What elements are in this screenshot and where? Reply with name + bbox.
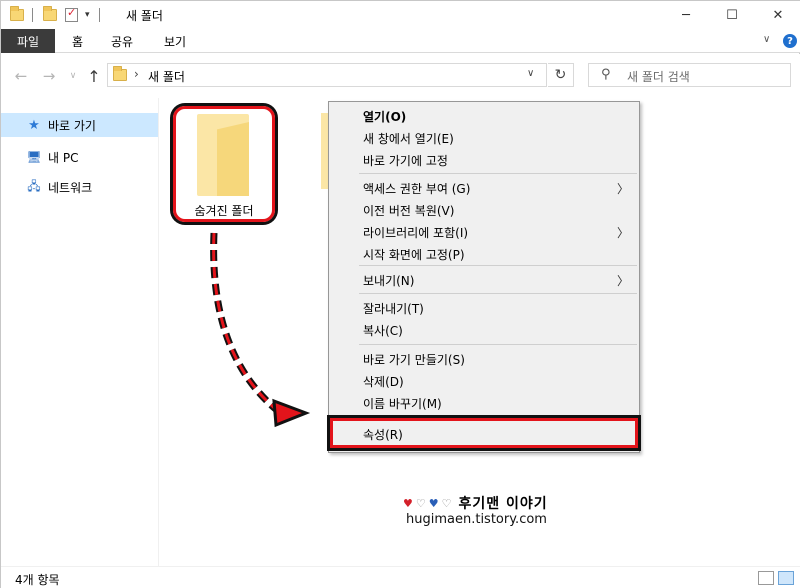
forward-button[interactable]: → (39, 66, 59, 86)
tab-view[interactable]: 보기 (164, 29, 186, 53)
sidebar-item-network[interactable]: 🖧 네트워크 (1, 175, 158, 199)
submenu-chevron-icon: 〉 (616, 226, 629, 240)
annotation-arrow (210, 232, 311, 428)
heart-icon: ♥ (428, 496, 440, 510)
menu-item-label: 바로 가기 만들기(S) (363, 353, 465, 367)
menu-item-cut[interactable]: 잘라내기(T) (329, 298, 639, 320)
annotation-highlight-folder (173, 106, 275, 222)
star-icon: ★ (28, 117, 40, 133)
window-title: 새 폴더 (126, 9, 163, 23)
help-icon[interactable]: ? (783, 34, 797, 48)
menu-separator (359, 344, 637, 345)
back-button[interactable]: ← (11, 66, 31, 86)
network-icon: 🖧 (27, 178, 41, 193)
menu-separator (359, 173, 637, 174)
menu-item-label: 복사(C) (363, 324, 403, 338)
navigation-pane: ★ 바로 가기 🖥 내 PC 🖧 네트워크 (1, 98, 158, 566)
minimize-button[interactable]: ─ (663, 1, 709, 29)
menu-item-label: 삭제(D) (363, 375, 404, 389)
title-bar: ▾ 새 폴더 ─ ☐ ✕ (1, 1, 800, 29)
heart-outline-icon: ♡ (415, 496, 427, 510)
menu-item-restore-versions[interactable]: 이전 버전 복원(V) (329, 200, 639, 222)
sidebar-item-this-pc[interactable]: 🖥 내 PC (1, 145, 158, 169)
search-placeholder: 새 폴더 검색 (627, 70, 690, 84)
new-folder-icon[interactable] (43, 6, 57, 23)
sidebar-item-quick-access[interactable]: ★ 바로 가기 (1, 113, 158, 137)
heart-icon: ♥ (403, 496, 414, 510)
status-bar: 4개 항목 (1, 566, 800, 588)
menu-item-open[interactable]: 열기(O) (329, 106, 639, 128)
up-button[interactable]: ↑ (84, 66, 104, 86)
menu-item-label: 이름 바꾸기(M) (363, 397, 442, 411)
maximize-button[interactable]: ☐ (709, 1, 755, 29)
navigation-bar: ← → ∨ ↑ › 새 폴더 ∨ ↻ ⚲ 새 폴더 검색 (1, 54, 800, 98)
address-dropdown-icon[interactable]: ∨ (527, 68, 534, 79)
menu-item-send-to[interactable]: 보내기(N) 〉 (329, 270, 639, 292)
annotation-highlight-properties (327, 415, 641, 451)
sidebar-item-label: 바로 가기 (48, 118, 96, 133)
breadcrumb[interactable]: 새 폴더 (148, 68, 185, 85)
heart-outline-icon: ♡ (441, 496, 453, 510)
search-icon: ⚲ (601, 67, 611, 82)
menu-item-pin-start[interactable]: 시작 화면에 고정(P) (329, 244, 639, 266)
title-separator-2 (99, 7, 100, 23)
pc-icon: 🖥 (26, 150, 42, 164)
ribbon-tabs: 파일 홈 공유 보기 ∨ ? (1, 29, 800, 53)
watermark-url: hugimaen.tistory.com (406, 512, 547, 527)
tab-share[interactable]: 공유 (111, 29, 133, 53)
menu-item-give-access[interactable]: 액세스 권한 부여 (G) 〉 (329, 178, 639, 200)
close-button[interactable]: ✕ (755, 1, 800, 29)
menu-item-label: 라이브러리에 포함(I) (363, 226, 469, 240)
menu-item-create-shortcut[interactable]: 바로 가기 만들기(S) (329, 349, 639, 371)
title-separator (32, 7, 33, 23)
sidebar-item-label: 내 PC (48, 150, 79, 165)
address-bar[interactable]: › 새 폴더 ∨ (107, 63, 547, 87)
menu-item-label: 잘라내기(T) (363, 302, 424, 316)
menu-item-rename[interactable]: 이름 바꾸기(M) (329, 393, 639, 415)
watermark-title: ♥ ♡ ♥ ♡ 후기맨 이야기 (403, 493, 548, 513)
watermark-text: 후기맨 이야기 (458, 496, 548, 512)
menu-item-include-library[interactable]: 라이브러리에 포함(I) 〉 (329, 222, 639, 244)
details-view-icon[interactable] (758, 571, 774, 585)
customize-quick-access-icon[interactable]: ▾ (85, 7, 90, 23)
menu-item-label: 시작 화면에 고정(P) (363, 248, 465, 262)
menu-separator (359, 293, 637, 294)
properties-icon[interactable] (65, 6, 78, 23)
refresh-button[interactable]: ↻ (548, 63, 574, 87)
menu-item-label: 새 창에서 열기(E) (363, 132, 454, 146)
menu-item-pin-quick-access[interactable]: 바로 가기에 고정 (329, 150, 639, 172)
submenu-chevron-icon: 〉 (616, 182, 629, 196)
large-icons-view-icon[interactable] (778, 571, 794, 585)
sidebar-item-label: 네트워크 (48, 180, 93, 195)
menu-item-open-new-window[interactable]: 새 창에서 열기(E) (329, 128, 639, 150)
menu-item-label: 액세스 권한 부여 (G) (363, 182, 471, 196)
tab-home[interactable]: 홈 (72, 29, 83, 53)
submenu-chevron-icon: 〉 (616, 274, 629, 288)
context-menu: 열기(O) 새 창에서 열기(E) 바로 가기에 고정액세스 권한 부여 (G) 〉 이… (328, 101, 640, 453)
tab-file[interactable]: 파일 (1, 29, 55, 53)
breadcrumb-chevron-icon[interactable]: › (134, 67, 139, 81)
search-input[interactable]: ⚲ 새 폴더 검색 (588, 63, 791, 87)
item-count: 4개 항목 (15, 573, 60, 587)
explorer-window: ▾ 새 폴더 ─ ☐ ✕ 파일 홈 공유 보기 ∨ ? ← → ∨ ↑ › 새 … (0, 0, 800, 588)
menu-item-delete[interactable]: 삭제(D) (329, 371, 639, 393)
folder-icon (10, 6, 24, 23)
menu-item-label: 열기(O) (363, 110, 407, 124)
recent-locations-button[interactable]: ∨ (63, 66, 83, 86)
menu-item-copy[interactable]: 복사(C) (329, 320, 639, 342)
menu-item-label: 이전 버전 복원(V) (363, 204, 455, 218)
ribbon-expand-icon[interactable]: ∨ (763, 34, 770, 45)
menu-item-label: 보내기(N) (363, 274, 415, 288)
address-folder-icon (113, 66, 127, 81)
menu-item-label: 바로 가기에 고정 (363, 154, 448, 168)
